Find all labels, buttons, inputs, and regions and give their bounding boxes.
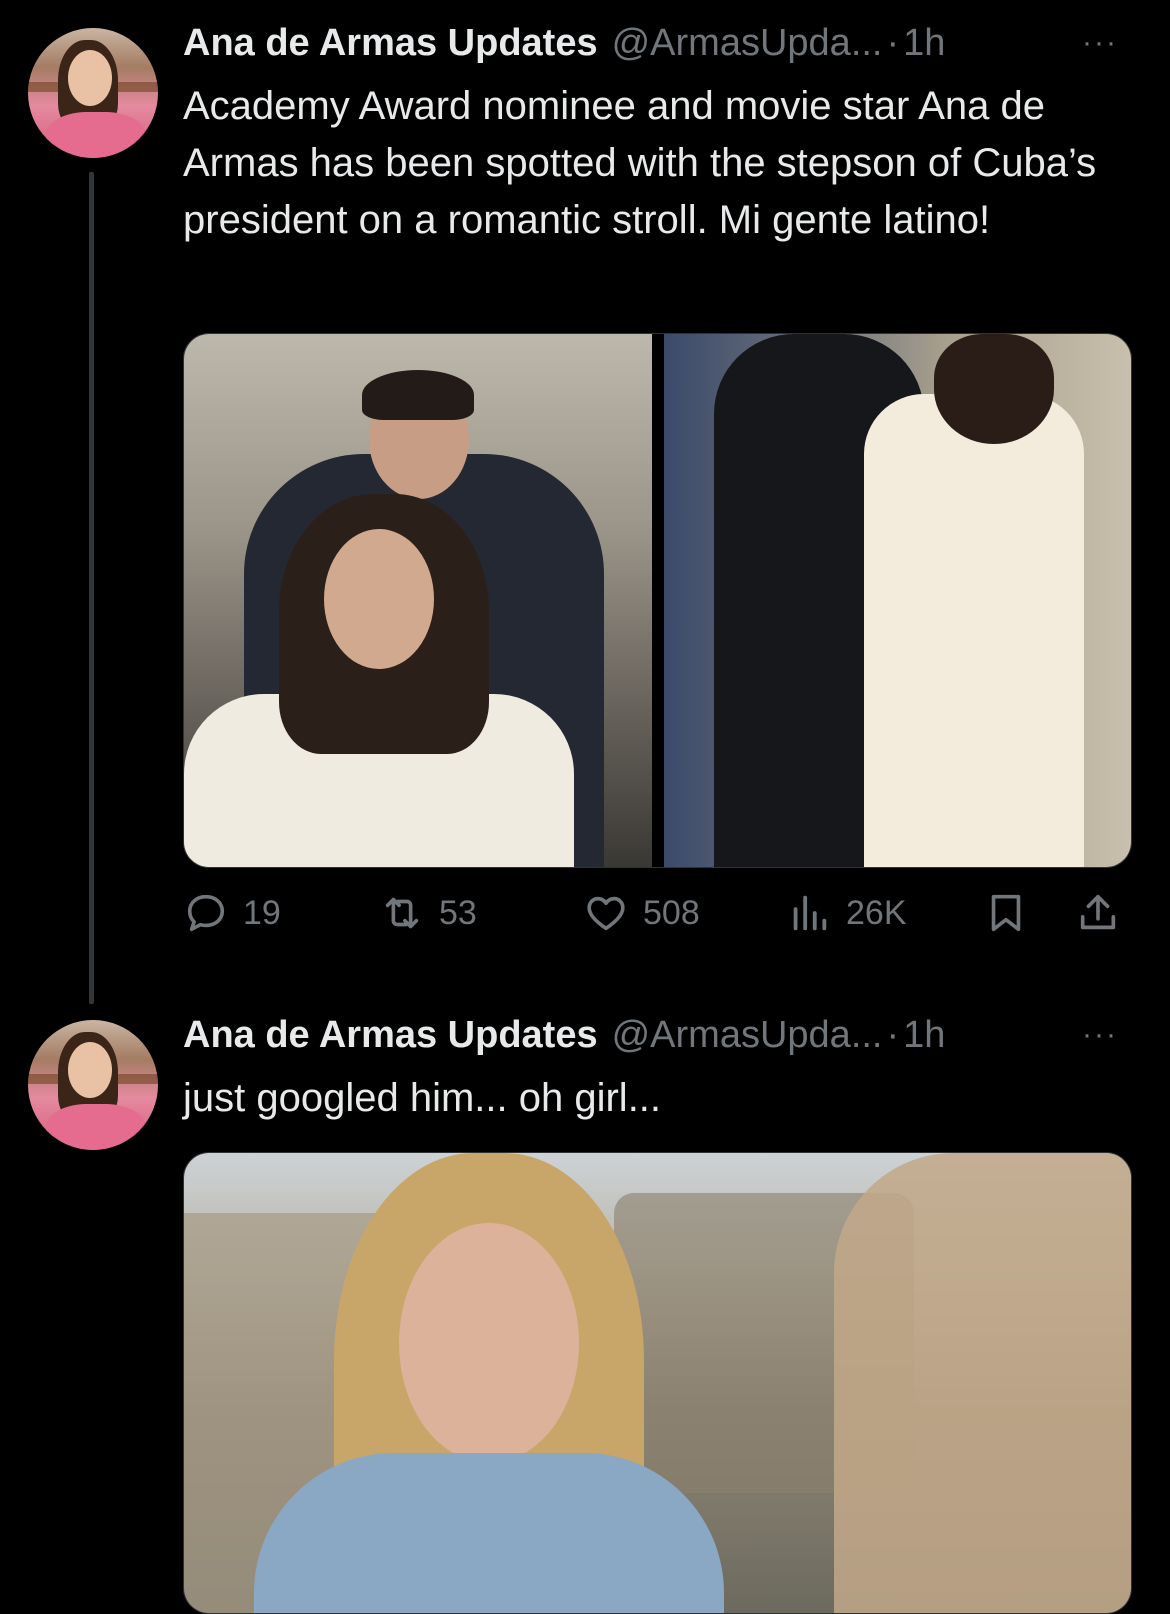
- author-handle[interactable]: @ArmasUpda...: [612, 22, 883, 65]
- views-button[interactable]: 26K: [786, 890, 907, 936]
- tweet-header: Ana de Armas Updates @ArmasUpda... · 1h: [183, 1014, 945, 1062]
- views-icon: [793, 895, 827, 931]
- tweet-text: just googled him... oh girl...: [183, 1076, 662, 1120]
- share-icon: [1080, 894, 1116, 930]
- like-button[interactable]: 508: [583, 890, 700, 936]
- tweet-media[interactable]: [183, 333, 1132, 868]
- more-options-icon[interactable]: ···: [1082, 26, 1118, 60]
- author-avatar[interactable]: [28, 1020, 158, 1150]
- repost-count: 53: [439, 893, 477, 932]
- tweet-time[interactable]: 1h: [903, 1014, 945, 1057]
- tweet-time[interactable]: 1h: [903, 22, 945, 65]
- author-handle[interactable]: @ArmasUpda...: [612, 1014, 883, 1057]
- like-icon: [587, 896, 625, 931]
- reply-icon: [187, 894, 225, 932]
- separator-dot: ·: [886, 1014, 900, 1056]
- author-name[interactable]: Ana de Armas Updates: [183, 22, 598, 65]
- author-name[interactable]: Ana de Armas Updates: [183, 1014, 598, 1057]
- author-avatar[interactable]: [28, 28, 158, 158]
- bookmark-button[interactable]: [983, 890, 1043, 936]
- like-count: 508: [643, 893, 700, 932]
- repost-icon: [385, 897, 419, 929]
- photo-reaction[interactable]: [184, 1153, 1131, 1613]
- separator-dot: ·: [886, 22, 900, 64]
- tweet-text: Academy Award nominee and movie star Ana…: [183, 84, 1097, 242]
- more-options-icon[interactable]: ···: [1082, 1018, 1118, 1052]
- reply-count: 19: [243, 893, 281, 932]
- repost-button[interactable]: 53: [379, 890, 477, 936]
- thread-line: [89, 172, 94, 1004]
- tweet-media[interactable]: [183, 1152, 1132, 1614]
- tweet-actions: 19 53 508 26K: [183, 890, 1130, 946]
- bookmark-icon: [991, 894, 1021, 932]
- tweet-header: Ana de Armas Updates @ArmasUpda... · 1h: [183, 22, 945, 70]
- photo-couple-back[interactable]: [664, 334, 1131, 867]
- tweet-1[interactable]: Ana de Armas Updates @ArmasUpda... · 1h …: [0, 0, 1170, 1004]
- photo-couple-front[interactable]: [184, 334, 652, 867]
- tweet-2[interactable]: Ana de Armas Updates @ArmasUpda... · 1h …: [0, 1000, 1170, 1614]
- reply-button[interactable]: 19: [183, 890, 281, 936]
- share-button[interactable]: [1075, 890, 1135, 936]
- views-count: 26K: [846, 893, 907, 932]
